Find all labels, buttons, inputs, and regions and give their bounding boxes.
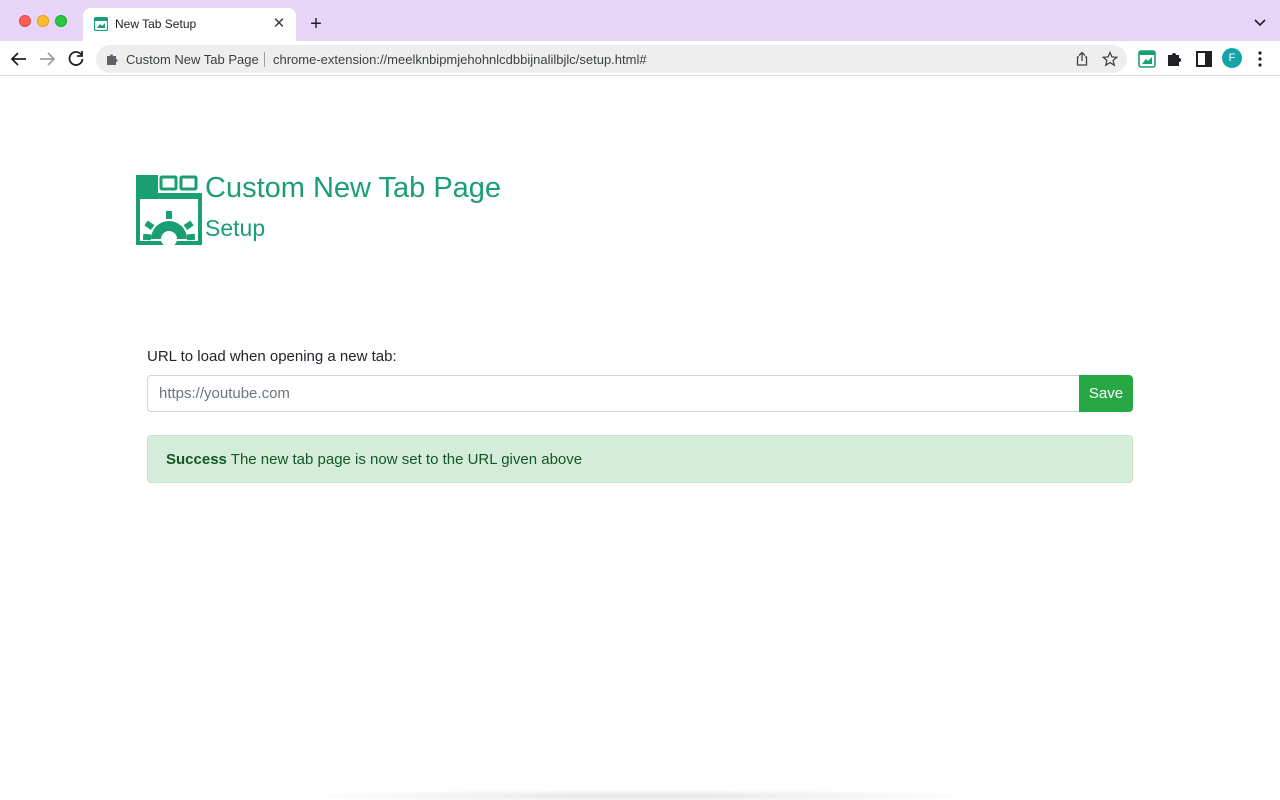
- tab-new-tab-setup[interactable]: New Tab Setup ✕: [83, 8, 296, 41]
- calendar-grid-icon: [93, 16, 109, 32]
- kebab-menu-icon[interactable]: [1252, 50, 1268, 68]
- bottom-shadow: [290, 789, 990, 800]
- url-text[interactable]: chrome-extension://meelknbipmjehohnlcdbb…: [273, 52, 647, 67]
- close-window-button[interactable]: [19, 15, 31, 27]
- profile-avatar[interactable]: F: [1222, 48, 1242, 68]
- arrow-left-icon[interactable]: [7, 47, 31, 71]
- alert-message: The new tab page is now set to the URL g…: [226, 451, 583, 468]
- page-title: Custom New Tab Page: [205, 172, 502, 204]
- success-alert: Success The new tab page is now set to t…: [147, 435, 1133, 483]
- plus-icon[interactable]: +: [305, 13, 327, 35]
- puzzle-icon: [105, 51, 121, 67]
- address-bar[interactable]: Custom New Tab Page chrome-extension://m…: [96, 45, 1127, 73]
- arrow-right-icon[interactable]: [35, 47, 59, 71]
- extension-new-tab-icon[interactable]: [1138, 50, 1156, 68]
- browser-window: New Tab Setup ✕ + Custom New Tab Page ch…: [0, 0, 1280, 800]
- extensions-puzzle-icon[interactable]: [1166, 50, 1184, 68]
- tab-title: New Tab Setup: [115, 17, 197, 31]
- close-icon[interactable]: ✕: [270, 15, 288, 33]
- page-subtitle: Setup: [205, 215, 266, 241]
- app-logo-icon: [136, 175, 202, 247]
- browser-toolbar: Custom New Tab Page chrome-extension://m…: [0, 41, 1280, 76]
- alert-content: Success The new tab page is now set to t…: [166, 451, 582, 468]
- chevron-down-icon[interactable]: [1252, 14, 1268, 30]
- url-field-label: URL to load when opening a new tab:: [147, 348, 397, 365]
- side-panel-icon[interactable]: [1195, 50, 1213, 68]
- minimize-window-button[interactable]: [37, 15, 49, 27]
- reload-icon[interactable]: [64, 47, 88, 71]
- alert-title: Success: [166, 451, 227, 468]
- extension-origin-label: Custom New Tab Page: [126, 52, 259, 67]
- url-input[interactable]: [147, 375, 1081, 412]
- page-content: Custom New Tab Page Setup URL to load wh…: [0, 77, 1280, 800]
- tab-strip: New Tab Setup ✕ +: [0, 0, 1280, 41]
- share-icon[interactable]: [1074, 51, 1090, 67]
- omnibox-divider: [264, 52, 265, 67]
- save-button[interactable]: Save: [1079, 375, 1133, 412]
- zoom-window-button[interactable]: [55, 15, 67, 27]
- bookmark-star-icon[interactable]: [1101, 51, 1119, 67]
